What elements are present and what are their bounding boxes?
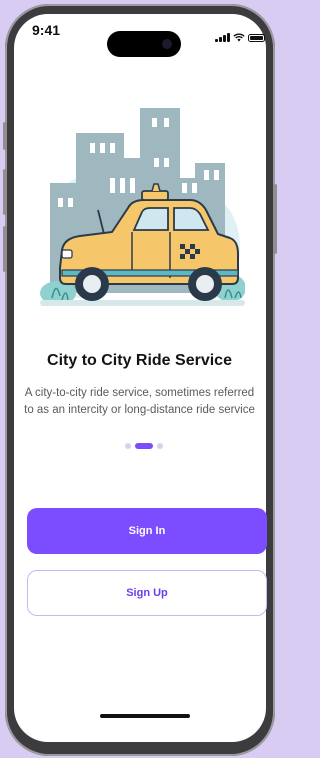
page-dot-3[interactable] (157, 443, 163, 449)
battery-icon (247, 34, 265, 42)
status-icons (215, 33, 265, 42)
wifi-icon (232, 33, 245, 42)
onboarding-title: City to City Ride Service (47, 352, 232, 369)
page-dot-1[interactable] (125, 443, 131, 449)
volume-down-button (3, 226, 7, 272)
taxi-illustration (40, 108, 245, 306)
sign-up-button[interactable]: Sign Up (27, 570, 267, 616)
dynamic-island (107, 31, 181, 57)
mute-switch (3, 122, 7, 150)
page-indicator (125, 443, 163, 449)
signal-icon (215, 33, 230, 42)
home-indicator[interactable] (100, 714, 190, 718)
page-dot-2-active[interactable] (135, 443, 153, 449)
power-button (273, 184, 277, 254)
onboarding-description: A city-to-city ride service, sometimes r… (24, 387, 255, 416)
status-time: 9:41 (32, 22, 61, 38)
camera-icon (162, 39, 172, 49)
volume-up-button (3, 169, 7, 215)
sign-in-button[interactable]: Sign In (27, 508, 267, 554)
